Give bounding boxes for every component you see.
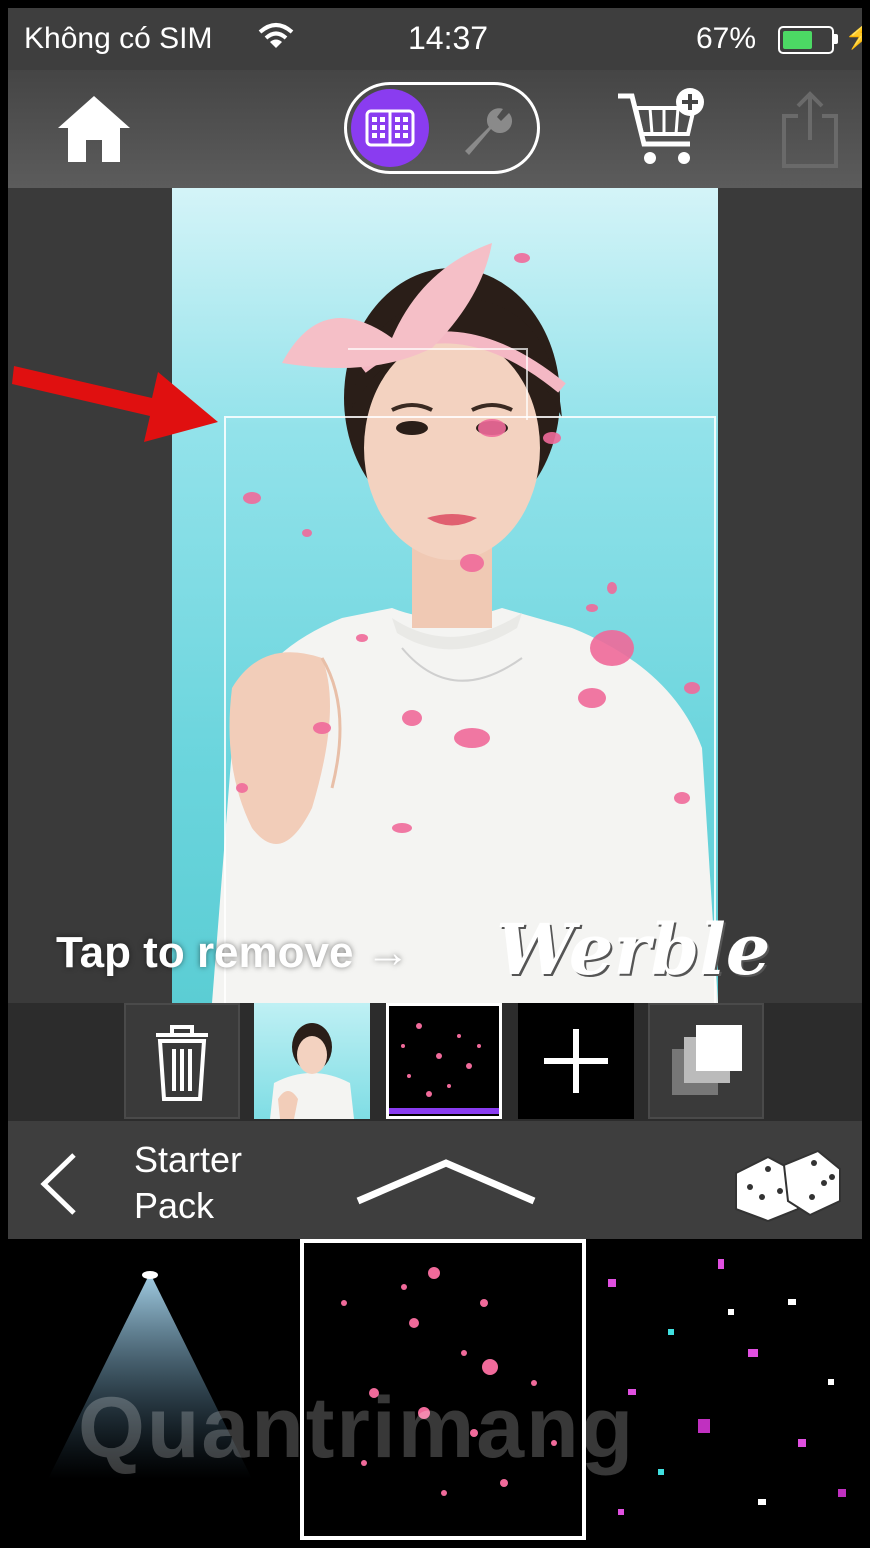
editor-stage: Tap to remove → Werble: [8, 188, 862, 1016]
add-layer-button[interactable]: [518, 1003, 634, 1119]
watermark-text: Quantrimang: [78, 1380, 636, 1476]
pack-name-line2: Pack: [134, 1185, 215, 1226]
share-icon[interactable]: [778, 88, 842, 175]
dice-icon[interactable]: [728, 1143, 844, 1228]
pack-bar: Starter Pack: [8, 1121, 862, 1239]
trash-icon: [156, 1025, 208, 1101]
mode-toggle[interactable]: [344, 82, 540, 174]
wrench-icon[interactable]: [455, 99, 515, 164]
clock: 14:37: [408, 20, 489, 56]
plus-icon: [544, 1029, 608, 1093]
app-frame: Không có SIM 14:37 67% ⚡ Tap to remove →…: [8, 8, 862, 1540]
petals-layer-thumbnail[interactable]: [386, 1003, 502, 1119]
pack-name-line1: Starter: [134, 1139, 243, 1180]
battery-icon: [778, 26, 834, 54]
photo-layer-thumbnail[interactable]: [254, 1003, 370, 1119]
chevron-up-icon[interactable]: [354, 1151, 538, 1216]
red-arrow-annotation: [12, 338, 228, 453]
layers-mode-button[interactable]: [351, 89, 429, 167]
carrier-label: Không có SIM: [24, 22, 213, 55]
layer-bounds-secondary: [348, 348, 528, 420]
layer-order-button[interactable]: [648, 1003, 764, 1119]
cart-add-icon[interactable]: [614, 84, 710, 179]
charging-bolt-icon: ⚡: [844, 20, 862, 50]
top-toolbar: [8, 70, 862, 188]
battery-tip: [834, 34, 838, 44]
battery-percent: 67%: [696, 22, 757, 55]
chevron-left-icon[interactable]: [34, 1149, 84, 1224]
layers-strip: [8, 1003, 862, 1121]
brand-logo: Werble: [496, 908, 771, 991]
delete-layer-button[interactable]: [124, 1003, 240, 1119]
layers-stack-icon: [672, 1025, 742, 1095]
pack-name: Starter Pack: [134, 1137, 334, 1229]
wifi-icon: [256, 16, 296, 64]
effects-grid: Quantrimang: [8, 1239, 862, 1540]
tap-to-remove-hint: Tap to remove →: [56, 928, 410, 977]
status-bar: Không có SIM 14:37 67% ⚡: [8, 8, 862, 70]
layers-icon: [365, 109, 415, 147]
home-icon[interactable]: [54, 92, 134, 169]
